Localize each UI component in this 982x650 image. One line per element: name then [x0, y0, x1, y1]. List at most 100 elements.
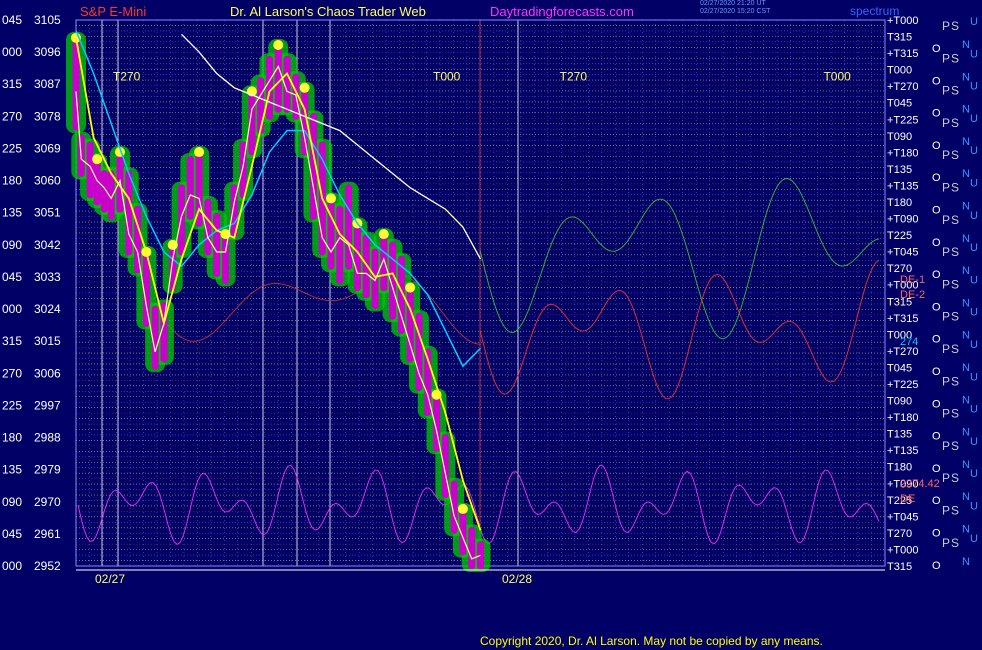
right-cycle-label: +T045 [887, 511, 919, 523]
timestamp-ut: 02/27/2020 21:20 UT [700, 0, 766, 7]
y-angle-label: 270 [2, 109, 22, 123]
x-date-label: 02/27 [95, 572, 125, 586]
right-letter-n: N [962, 168, 970, 180]
right-letter-o: O [932, 43, 941, 55]
right-letter-u: U [970, 371, 978, 383]
y-price-label: 2979 [34, 463, 61, 477]
y-price-label: 3051 [34, 206, 61, 220]
right-letter-p: P [942, 342, 950, 356]
timestamp: 02/27/2020 21:20 UT 02/27/2020 15:20 CST [700, 0, 770, 16]
right-letter-o: O [932, 108, 941, 120]
right-letter-n: N [962, 297, 970, 309]
y-price-label: 3078 [34, 109, 61, 123]
right-letter-u: U [970, 210, 978, 222]
grid-layer [75, 19, 886, 567]
y-angle-label: 000 [2, 559, 22, 573]
right-letter-o: O [932, 463, 941, 475]
right-cycle-label: +T225 [887, 379, 919, 391]
right-cycle-label: T180 [887, 462, 912, 474]
right-letter-u: U [970, 145, 978, 157]
side-annotation: 2274.42 [900, 478, 940, 490]
high-dot [194, 147, 205, 158]
right-letter-n: N [962, 394, 970, 406]
right-letter-u: U [970, 113, 978, 125]
y-price-label: 3024 [34, 302, 61, 316]
right-letter-s: S [951, 51, 959, 65]
right-cycle-label: T090 [887, 131, 912, 143]
right-letter-p: P [942, 245, 950, 259]
right-letter-o: O [932, 237, 941, 249]
right-cycle-label: +T180 [887, 412, 919, 424]
y-angle-label: 135 [2, 463, 22, 477]
right-letter-o: O [932, 495, 941, 507]
right-letter-p: P [942, 504, 950, 518]
site-link[interactable]: Daytradingforecasts.com [490, 4, 634, 19]
right-letter-s: S [951, 342, 959, 356]
right-letter-o: O [932, 140, 941, 152]
y-angle-label: 225 [2, 141, 22, 155]
y-price-label: 2961 [34, 527, 61, 541]
x-date-label: 02/28 [502, 572, 532, 586]
right-letter-s: S [951, 213, 959, 227]
right-letter-u: U [970, 48, 978, 60]
right-cycle-label: +T045 [887, 247, 919, 259]
x-axis: 02/27 02/28 [76, 569, 885, 586]
y-angle-label: 135 [2, 206, 22, 220]
y-price-label: 3060 [34, 174, 61, 188]
right-letter-u: U [970, 339, 978, 351]
right-letter-s: S [951, 245, 959, 259]
copyright-notice: Copyright 2020, Dr. Al Larson. May not b… [480, 634, 823, 648]
right-letter-s: S [951, 277, 959, 291]
right-letter-p: P [942, 213, 950, 227]
right-letter-o: O [932, 301, 941, 313]
side-annotation: DE [900, 493, 915, 505]
y-angle-label: 225 [2, 398, 22, 412]
right-letter-o: O [932, 528, 941, 540]
y-angle-label: 000 [2, 302, 22, 316]
timestamp-cst: 02/27/2020 15:20 CST [700, 8, 771, 15]
high-dot [405, 282, 416, 293]
right-letter-p: P [942, 374, 950, 388]
y-angle-label: 180 [2, 174, 22, 188]
right-letter-s: S [951, 181, 959, 195]
right-letter-p: P [942, 439, 950, 453]
y-price-label: 3015 [34, 334, 61, 348]
right-letter-n: N [962, 136, 970, 148]
right-letter-o: O [932, 366, 941, 378]
right-letter-u: U [970, 81, 978, 93]
right-letter-n: N [962, 556, 970, 568]
right-letter-n: N [962, 39, 970, 51]
right-cycle-label: +T135 [887, 445, 919, 457]
right-letter-o: O [932, 172, 941, 184]
right-letter-o: O [932, 269, 941, 281]
right-cycle-label: +T180 [887, 147, 919, 159]
right-letter-p: P [942, 471, 950, 485]
y-axis: 045 3105 000 3096 315 3087 270 3078 225 3069 180 30… [2, 13, 61, 573]
right-letter-u: U [970, 533, 978, 545]
right-letter-u: U [970, 16, 978, 28]
high-dot [299, 82, 310, 93]
right-letter-u: U [970, 178, 978, 190]
y-angle-label: 090 [2, 238, 22, 252]
right-cycle-label: +T315 [887, 313, 919, 325]
right-cycle-label: T270 [887, 528, 912, 540]
right-letter-s: S [951, 310, 959, 324]
y-angle-label: 045 [2, 13, 22, 27]
y-price-label: 3087 [34, 77, 61, 91]
side-annotation: DE-2 [900, 289, 925, 301]
right-letter-u: U [970, 436, 978, 448]
right-cycle-label: +T090 [887, 214, 919, 226]
symbol-title: S&P E-Mini [80, 4, 147, 19]
right-letter-s: S [951, 439, 959, 453]
right-cycle-label: +T270 [887, 81, 919, 93]
right-letter-p: P [942, 148, 950, 162]
right-letter-n: N [962, 71, 970, 83]
y-angle-label: 000 [2, 45, 22, 59]
right-letter-p: P [942, 19, 950, 33]
right-letter-s: S [951, 19, 959, 33]
y-angle-label: 180 [2, 431, 22, 445]
right-letter-n: N [962, 201, 970, 213]
y-price-label: 3042 [34, 238, 61, 252]
right-letter-p: P [942, 407, 950, 421]
right-cycle-label: +T315 [887, 48, 919, 60]
